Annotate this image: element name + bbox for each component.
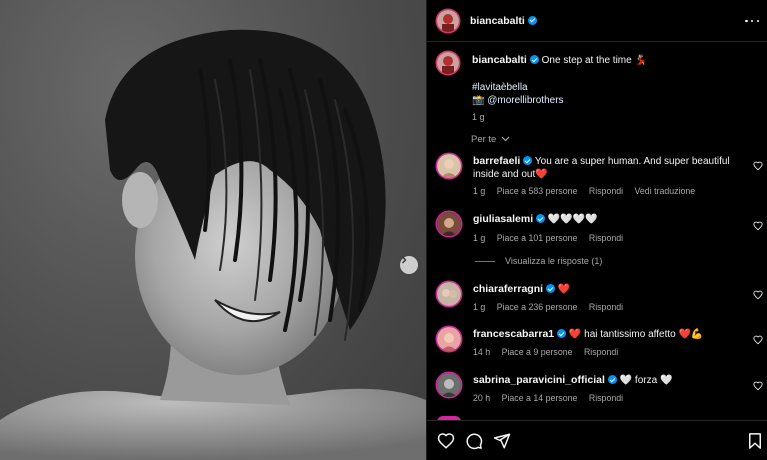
author-avatar[interactable] <box>437 9 459 32</box>
comment-emoji: ❤️💪 <box>678 329 704 340</box>
caption-hashtag[interactable]: #lavitaèbella <box>472 81 752 95</box>
heart-icon[interactable] <box>437 432 455 450</box>
comment-emoji: ❤️ <box>557 284 571 295</box>
comment-time: 1 g <box>473 186 486 196</box>
comment-meta: 20 h Piace a 14 persone Rispondi <box>473 393 632 403</box>
caption-time: 1 g <box>472 111 485 122</box>
post-header: biancabalti <box>427 0 767 42</box>
view-replies-label: Visualizza le risposte (1) <box>505 256 603 266</box>
comment-text-block: sabrina_paravicini_official 🤍 forza 🤍 <box>473 374 733 387</box>
comment-icon[interactable] <box>465 432 483 450</box>
heart-icon[interactable] <box>753 335 763 345</box>
commenter-username[interactable]: chiaraferragni <box>473 283 543 295</box>
comment-time: 1 g <box>473 302 486 312</box>
view-replies-button[interactable]: Visualizza le risposte (1) <box>475 256 602 266</box>
caption-username[interactable]: biancabalti <box>472 54 527 66</box>
comment-emoji-before: ❤️ <box>568 329 582 340</box>
commenter-username[interactable]: barrefaeli <box>473 155 520 167</box>
reply-button[interactable]: Rispondi <box>589 393 623 403</box>
action-bar <box>427 420 767 460</box>
reply-button[interactable]: Rispondi <box>589 233 623 243</box>
comment-meta: 1 g Piace a 236 persone Rispondi <box>473 302 632 312</box>
post-photo <box>0 0 426 460</box>
caption-text: One step at the time <box>541 55 632 66</box>
next-photo-button[interactable] <box>400 256 418 274</box>
caption-credit-mention[interactable]: @morellibrothers <box>487 95 563 106</box>
verified-badge-icon <box>607 375 617 384</box>
heart-icon[interactable] <box>753 381 763 391</box>
chevron-down-icon <box>501 136 510 142</box>
comment-text-block: barrefaeli You are a super human. And su… <box>473 155 733 181</box>
reply-button[interactable]: Rispondi <box>589 186 623 196</box>
commenter-avatar[interactable] <box>437 327 461 351</box>
verified-badge-icon <box>546 284 556 293</box>
comment-likes-link[interactable]: Piace a 101 persone <box>497 233 578 243</box>
verified-badge-icon <box>523 156 533 165</box>
translate-button[interactable]: Vedi traduzione <box>635 186 696 196</box>
verified-badge-icon <box>536 214 546 223</box>
comment-time: 14 h <box>473 347 491 357</box>
comment-time: 20 h <box>473 393 491 403</box>
commenter-username[interactable]: francescabarra1 <box>473 328 554 340</box>
portrait-image <box>0 29 426 460</box>
comment-text-block: francescabarra1 ❤️ hai tantissimo affett… <box>473 328 733 341</box>
caption-avatar[interactable] <box>437 52 459 74</box>
reply-button[interactable]: Rispondi <box>589 302 623 312</box>
comment-text-block: chiaraferragni ❤️ <box>473 283 733 296</box>
comment-meta: 1 g Piace a 101 persone Rispondi <box>473 233 632 243</box>
comment-text: hai tantissimo affetto <box>584 329 676 340</box>
comment-emoji: 🤍🤍🤍🤍 <box>547 214 598 225</box>
comment-text: forza <box>634 375 658 386</box>
caption-text-block: biancabalti One step at the time 💃🏻 #lav… <box>472 54 752 124</box>
commenter-avatar[interactable] <box>437 154 461 178</box>
more-options-button[interactable] <box>745 14 759 28</box>
post-details-panel: biancabalti biancabalti One step at the … <box>426 0 767 460</box>
dot-icon <box>756 19 759 23</box>
dot-icon <box>750 19 754 23</box>
heart-icon[interactable] <box>753 161 763 171</box>
chevron-right-icon <box>402 256 407 264</box>
bookmark-icon[interactable] <box>746 432 764 450</box>
author-name-wrap: biancabalti <box>470 15 537 27</box>
commenter-avatar[interactable] <box>437 282 461 306</box>
comment-emoji-before: 🤍 <box>619 375 633 386</box>
share-icon[interactable] <box>493 432 511 450</box>
commenter-username[interactable]: sabrina_paravicini_official <box>473 374 605 386</box>
comment-emoji: ❤️ <box>535 169 548 180</box>
heart-icon[interactable] <box>753 221 763 231</box>
verified-badge-icon <box>557 329 567 338</box>
commenter-username[interactable]: giuliasalemi <box>473 213 533 225</box>
comment-likes-link[interactable]: Piace a 14 persone <box>502 393 578 403</box>
comment-meta: 1 g Piace a 583 persone Rispondi Vedi tr… <box>473 186 704 196</box>
comment-likes-link[interactable]: Piace a 236 persone <box>497 302 578 312</box>
comment-likes-link[interactable]: Piace a 9 persone <box>502 347 573 357</box>
dot-icon <box>745 19 748 23</box>
comment-emoji: 🤍 <box>659 375 673 386</box>
camera-emoji: 📸 <box>472 95 485 106</box>
comment-meta: 14 h Piace a 9 persone Rispondi <box>473 347 627 357</box>
commenter-avatar[interactable] <box>437 212 461 236</box>
comment-likes-link[interactable]: Piace a 583 persone <box>497 186 578 196</box>
author-username[interactable]: biancabalti <box>470 15 525 27</box>
for-you-label: Per te <box>471 134 497 145</box>
caption-emoji: 💃🏻 <box>634 55 647 66</box>
heart-icon[interactable] <box>753 290 763 300</box>
comment-time: 1 g <box>473 233 486 243</box>
verified-badge-icon <box>529 55 539 64</box>
verified-badge-icon <box>527 15 537 25</box>
comment-text-block: giuliasalemi 🤍🤍🤍🤍 <box>473 213 733 226</box>
for-you-filter[interactable]: Per te <box>471 134 510 145</box>
commenter-avatar[interactable] <box>437 373 461 397</box>
reply-button[interactable]: Rispondi <box>584 347 618 357</box>
